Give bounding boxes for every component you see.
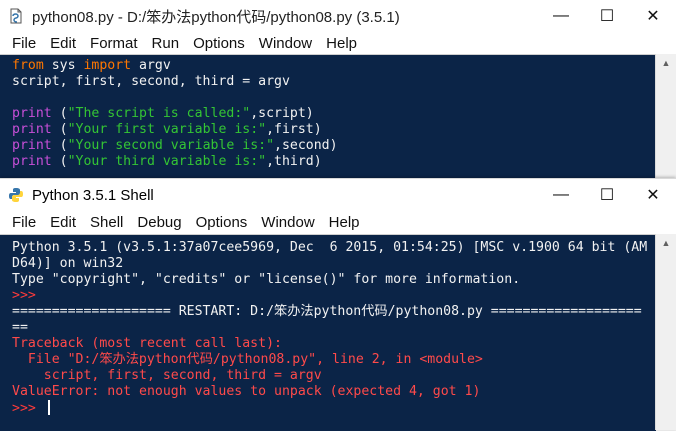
banner-line: D64)] on win32 — [12, 256, 124, 271]
import-name: argv — [131, 58, 171, 73]
menu-options[interactable]: Options — [186, 35, 252, 52]
menu-run[interactable]: Run — [145, 35, 187, 52]
menu-window[interactable]: Window — [252, 35, 319, 52]
editor-titlebar[interactable]: python08.py - D:/笨办法python代码/python08.py… — [0, 0, 676, 32]
code-line-2: script, first, second, third = argv — [12, 74, 290, 89]
shell-prompt: >>> — [12, 401, 44, 416]
minimize-button[interactable]: — — [538, 0, 584, 32]
menu-file[interactable]: File — [5, 214, 43, 231]
menu-edit[interactable]: Edit — [43, 214, 83, 231]
menu-shell[interactable]: Shell — [83, 214, 130, 231]
traceback-line: Traceback (most recent call last): — [12, 336, 282, 351]
menu-options[interactable]: Options — [189, 214, 255, 231]
args: ,script) — [250, 106, 314, 121]
paren: ( — [51, 106, 68, 121]
print-keyword: print — [12, 154, 52, 169]
string-literal: "Your first variable is:" — [67, 122, 267, 137]
string-literal: "Your second variable is:" — [67, 138, 275, 153]
args: ,second) — [274, 138, 338, 153]
shell-prompt: >>> — [12, 288, 44, 303]
error-line: ValueError: not enough values to unpack … — [12, 384, 481, 399]
traceback-line: script, first, second, third = argv — [12, 368, 322, 383]
text-cursor — [47, 400, 50, 415]
banner-line: Type "copyright", "credits" or "license(… — [12, 272, 521, 287]
restart-line: == — [12, 320, 28, 335]
paren: ( — [51, 122, 68, 137]
menu-help[interactable]: Help — [319, 35, 364, 52]
minimize-button[interactable]: — — [538, 179, 584, 211]
traceback-line: File "D:/笨办法python代码/python08.py", line … — [12, 352, 483, 367]
source-code[interactable]: from sys import argv script, first, seco… — [0, 55, 656, 170]
editor-code-area[interactable]: from sys import argv script, first, seco… — [0, 54, 656, 181]
menu-edit[interactable]: Edit — [43, 35, 83, 52]
menu-debug[interactable]: Debug — [130, 214, 188, 231]
shell-output[interactable]: Python 3.5.1 (v3.5.1:37a07cee5969, Dec 6… — [0, 235, 656, 417]
print-keyword: print — [12, 106, 52, 121]
args: ,third) — [266, 154, 322, 169]
restart-line: ==================== RESTART: D:/笨办法pyth… — [12, 304, 642, 319]
paren: ( — [51, 154, 68, 169]
editor-title: python08.py - D:/笨办法python代码/python08.py… — [32, 8, 400, 26]
shell-scrollbar[interactable]: ▲ — [655, 234, 676, 430]
close-button[interactable]: ✕ — [630, 179, 676, 211]
shell-window: Python 3.5.1 Shell — ☐ ✕ File Edit Shell… — [0, 178, 676, 431]
editor-window: python08.py - D:/笨办法python代码/python08.py… — [0, 0, 676, 181]
shell-titlebar[interactable]: Python 3.5.1 Shell — ☐ ✕ — [0, 179, 676, 211]
keyword-import: import — [83, 58, 132, 73]
scroll-up-arrow-icon[interactable]: ▲ — [656, 54, 676, 72]
args: ,first) — [266, 122, 322, 137]
print-keyword: print — [12, 138, 52, 153]
menu-file[interactable]: File — [5, 35, 43, 52]
python-file-icon — [10, 8, 22, 24]
editor-menubar: File Edit Format Run Options Window Help — [0, 32, 676, 54]
shell-output-area[interactable]: Python 3.5.1 (v3.5.1:37a07cee5969, Dec 6… — [0, 234, 656, 431]
scroll-up-arrow-icon[interactable]: ▲ — [656, 234, 676, 252]
keyword-from: from — [12, 58, 44, 73]
maximize-button[interactable]: ☐ — [584, 0, 630, 32]
python-logo-icon — [9, 188, 23, 202]
menu-format[interactable]: Format — [83, 35, 145, 52]
paren: ( — [51, 138, 68, 153]
maximize-button[interactable]: ☐ — [584, 179, 630, 211]
string-literal: "Your third variable is:" — [67, 154, 267, 169]
shell-title: Python 3.5.1 Shell — [32, 186, 154, 204]
editor-scrollbar[interactable]: ▲ — [655, 54, 676, 180]
module-name: sys — [43, 58, 84, 73]
banner-line: Python 3.5.1 (v3.5.1:37a07cee5969, Dec 6… — [12, 240, 648, 255]
menu-help[interactable]: Help — [322, 214, 367, 231]
close-button[interactable]: ✕ — [630, 0, 676, 32]
shell-menubar: File Edit Shell Debug Options Window Hel… — [0, 211, 676, 233]
print-keyword: print — [12, 122, 52, 137]
string-literal: "The script is called:" — [67, 106, 251, 121]
menu-window[interactable]: Window — [254, 214, 321, 231]
